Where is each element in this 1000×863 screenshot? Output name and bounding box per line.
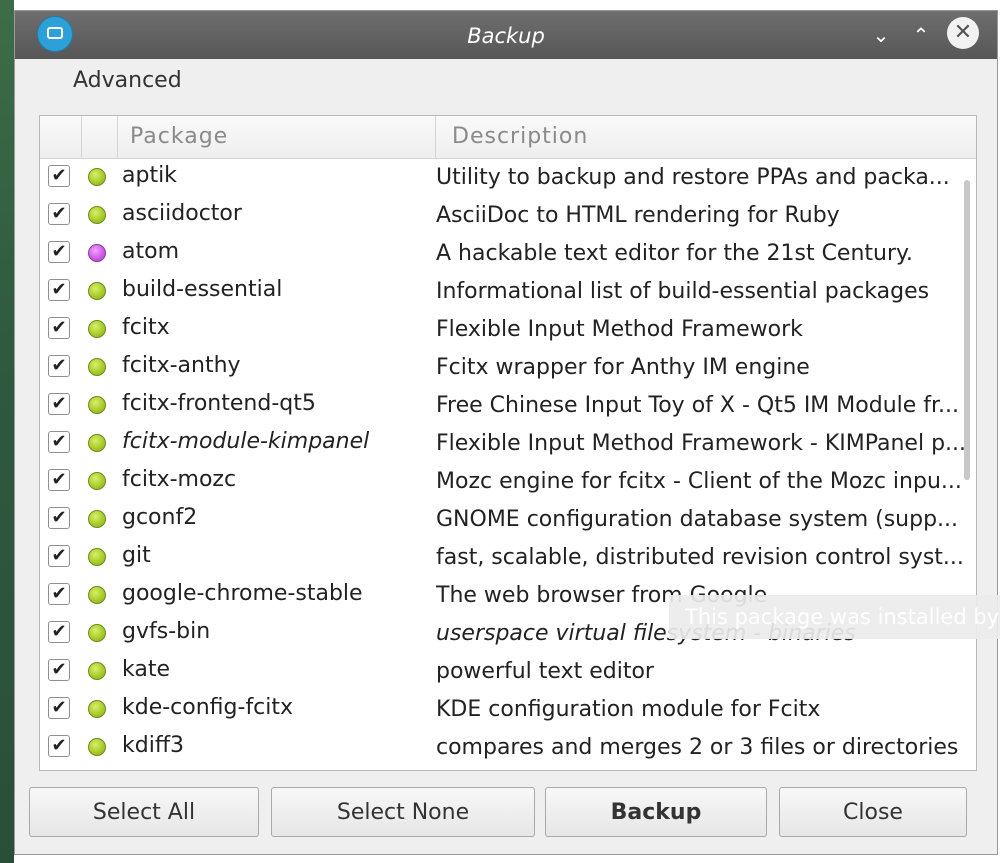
minimize-icon[interactable]: ⌄ — [867, 21, 895, 49]
status-dot-icon — [88, 510, 106, 528]
table-body: ✔ aptik Utility to backup and restore PPAs… — [40, 158, 966, 766]
package-name: fcitx-anthy — [122, 353, 241, 378]
status-dot-icon — [88, 396, 106, 414]
row-checkbox[interactable]: ✔ — [48, 241, 70, 263]
package-name: fcitx-mozc — [122, 467, 237, 492]
package-name: gconf2 — [122, 505, 198, 530]
table-row[interactable]: ✔ build-essential Informational list of bu… — [40, 272, 960, 310]
status-dot-icon — [88, 358, 106, 376]
package-description: AsciiDoc to HTML rendering for Ruby — [436, 203, 840, 228]
header-package[interactable]: Package — [118, 116, 436, 158]
status-dot-icon — [88, 700, 106, 718]
select-all-button[interactable]: Select All — [29, 787, 259, 837]
table-header: Package Description — [40, 116, 976, 159]
package-description: fast, scalable, distributed revision con… — [436, 545, 964, 570]
status-dot-icon — [88, 244, 106, 262]
row-checkbox[interactable]: ✔ — [48, 279, 70, 301]
status-dot-icon — [88, 472, 106, 490]
package-description: powerful text editor — [436, 659, 654, 684]
table-row[interactable]: ✔ asciidoctor AsciiDoc to HTML rendering f… — [40, 196, 960, 234]
status-dot-icon — [88, 206, 106, 224]
package-name: fcitx-module-kimpanel — [122, 429, 370, 454]
table-row[interactable]: ✔ fcitx-anthy Fcitx wrapper for Anthy IM e… — [40, 348, 960, 386]
package-description: A hackable text editor for the 21st Cent… — [436, 241, 913, 266]
table-row[interactable]: ✔ kdiff3 compares and merges 2 or 3 files … — [40, 728, 960, 766]
header-check-column[interactable] — [40, 116, 82, 158]
package-name: kate — [122, 657, 170, 682]
package-name: kde-config-fcitx — [122, 695, 294, 720]
status-dot-icon — [88, 548, 106, 566]
row-checkbox[interactable]: ✔ — [48, 545, 70, 567]
window-title: Backup — [467, 24, 545, 48]
package-description: Informational list of build-essential pa… — [436, 279, 930, 304]
package-description: KDE configuration module for Fcitx — [436, 697, 821, 722]
menu-bar: Advanced — [15, 59, 997, 107]
table-row[interactable]: ✔ fcitx-frontend-qt5 Free Chinese Input To… — [40, 386, 960, 424]
row-checkbox[interactable]: ✔ — [48, 621, 70, 643]
package-name: aptik — [122, 163, 177, 188]
package-name: fcitx-frontend-qt5 — [122, 391, 316, 416]
package-tooltip: This package was installed by — [669, 595, 1000, 639]
status-dot-icon — [88, 624, 106, 642]
menu-advanced[interactable]: Advanced — [73, 68, 182, 93]
status-dot-icon — [88, 738, 106, 756]
row-checkbox[interactable]: ✔ — [48, 431, 70, 453]
package-description: Mozc engine for fcitx - Client of the Mo… — [436, 469, 962, 494]
row-checkbox[interactable]: ✔ — [48, 735, 70, 757]
status-dot-icon — [88, 586, 106, 604]
package-description: Flexible Input Method Framework - KIMPan… — [436, 431, 966, 456]
scrollbar-thumb[interactable] — [964, 180, 970, 480]
package-description: Free Chinese Input Toy of X - Qt5 IM Mod… — [436, 393, 960, 418]
title-bar[interactable]: Backup ⌄ ⌃ ✕ — [15, 11, 997, 59]
package-name: gvfs-bin — [122, 619, 211, 644]
row-checkbox[interactable]: ✔ — [48, 355, 70, 377]
maximize-icon[interactable]: ⌃ — [907, 21, 935, 49]
package-name: kdiff3 — [122, 733, 184, 758]
package-name: build-essential — [122, 277, 283, 302]
package-name: google-chrome-stable — [122, 581, 363, 606]
status-dot-icon — [88, 320, 106, 338]
desktop-background — [0, 0, 14, 863]
row-checkbox[interactable]: ✔ — [48, 659, 70, 681]
package-description: GNOME configuration database system (sup… — [436, 507, 959, 532]
package-table: Package Description ✔ aptik Utility to bac… — [39, 115, 977, 771]
status-dot-icon — [88, 434, 106, 452]
row-checkbox[interactable]: ✔ — [48, 393, 70, 415]
package-name: atom — [122, 239, 179, 264]
table-row[interactable]: ✔ git fast, scalable, distributed revision… — [40, 538, 964, 576]
close-button[interactable]: Close — [779, 787, 967, 837]
package-description: compares and merges 2 or 3 files or dire… — [436, 735, 959, 760]
row-checkbox[interactable]: ✔ — [48, 469, 70, 491]
row-checkbox[interactable]: ✔ — [48, 583, 70, 605]
status-dot-icon — [88, 168, 106, 186]
package-name: git — [122, 543, 151, 568]
table-row[interactable]: ✔ kde-config-fcitx KDE configuration modul… — [40, 690, 960, 728]
table-row[interactable]: ✔ gconf2 GNOME configuration database syst… — [40, 500, 960, 538]
row-checkbox[interactable]: ✔ — [48, 507, 70, 529]
package-description: Flexible Input Method Framework — [436, 317, 803, 342]
package-name: fcitx — [122, 315, 170, 340]
vertical-scrollbar[interactable] — [964, 162, 972, 762]
package-description: Fcitx wrapper for Anthy IM engine — [436, 355, 810, 380]
backup-window: Backup ⌄ ⌃ ✕ Advanced Package Descriptio… — [14, 10, 1000, 855]
row-checkbox[interactable]: ✔ — [48, 697, 70, 719]
header-status-column[interactable] — [82, 116, 118, 158]
table-row[interactable]: ✔ aptik Utility to backup and restore PPAs… — [40, 158, 960, 196]
select-none-button[interactable]: Select None — [271, 787, 535, 837]
row-checkbox[interactable]: ✔ — [48, 317, 70, 339]
status-dot-icon — [88, 282, 106, 300]
header-description[interactable]: Description — [436, 116, 976, 158]
table-row[interactable]: ✔ fcitx-module-kimpanel Flexible Input Met… — [40, 424, 966, 462]
close-window-icon[interactable]: ✕ — [947, 17, 979, 49]
row-checkbox[interactable]: ✔ — [48, 203, 70, 225]
table-row[interactable]: ✔ atom A hackable text editor for the 21st… — [40, 234, 960, 272]
status-dot-icon — [88, 662, 106, 680]
package-description: Utility to backup and restore PPAs and p… — [436, 165, 950, 190]
table-row[interactable]: ✔ fcitx Flexible Input Method Framework — [40, 310, 960, 348]
package-name: asciidoctor — [122, 201, 242, 226]
table-row[interactable]: ✔ fcitx-mozc Mozc engine for fcitx - Clien… — [40, 462, 962, 500]
table-row[interactable]: ✔ kate powerful text editor — [40, 652, 960, 690]
row-checkbox[interactable]: ✔ — [48, 165, 70, 187]
backup-button[interactable]: Backup — [545, 787, 767, 837]
